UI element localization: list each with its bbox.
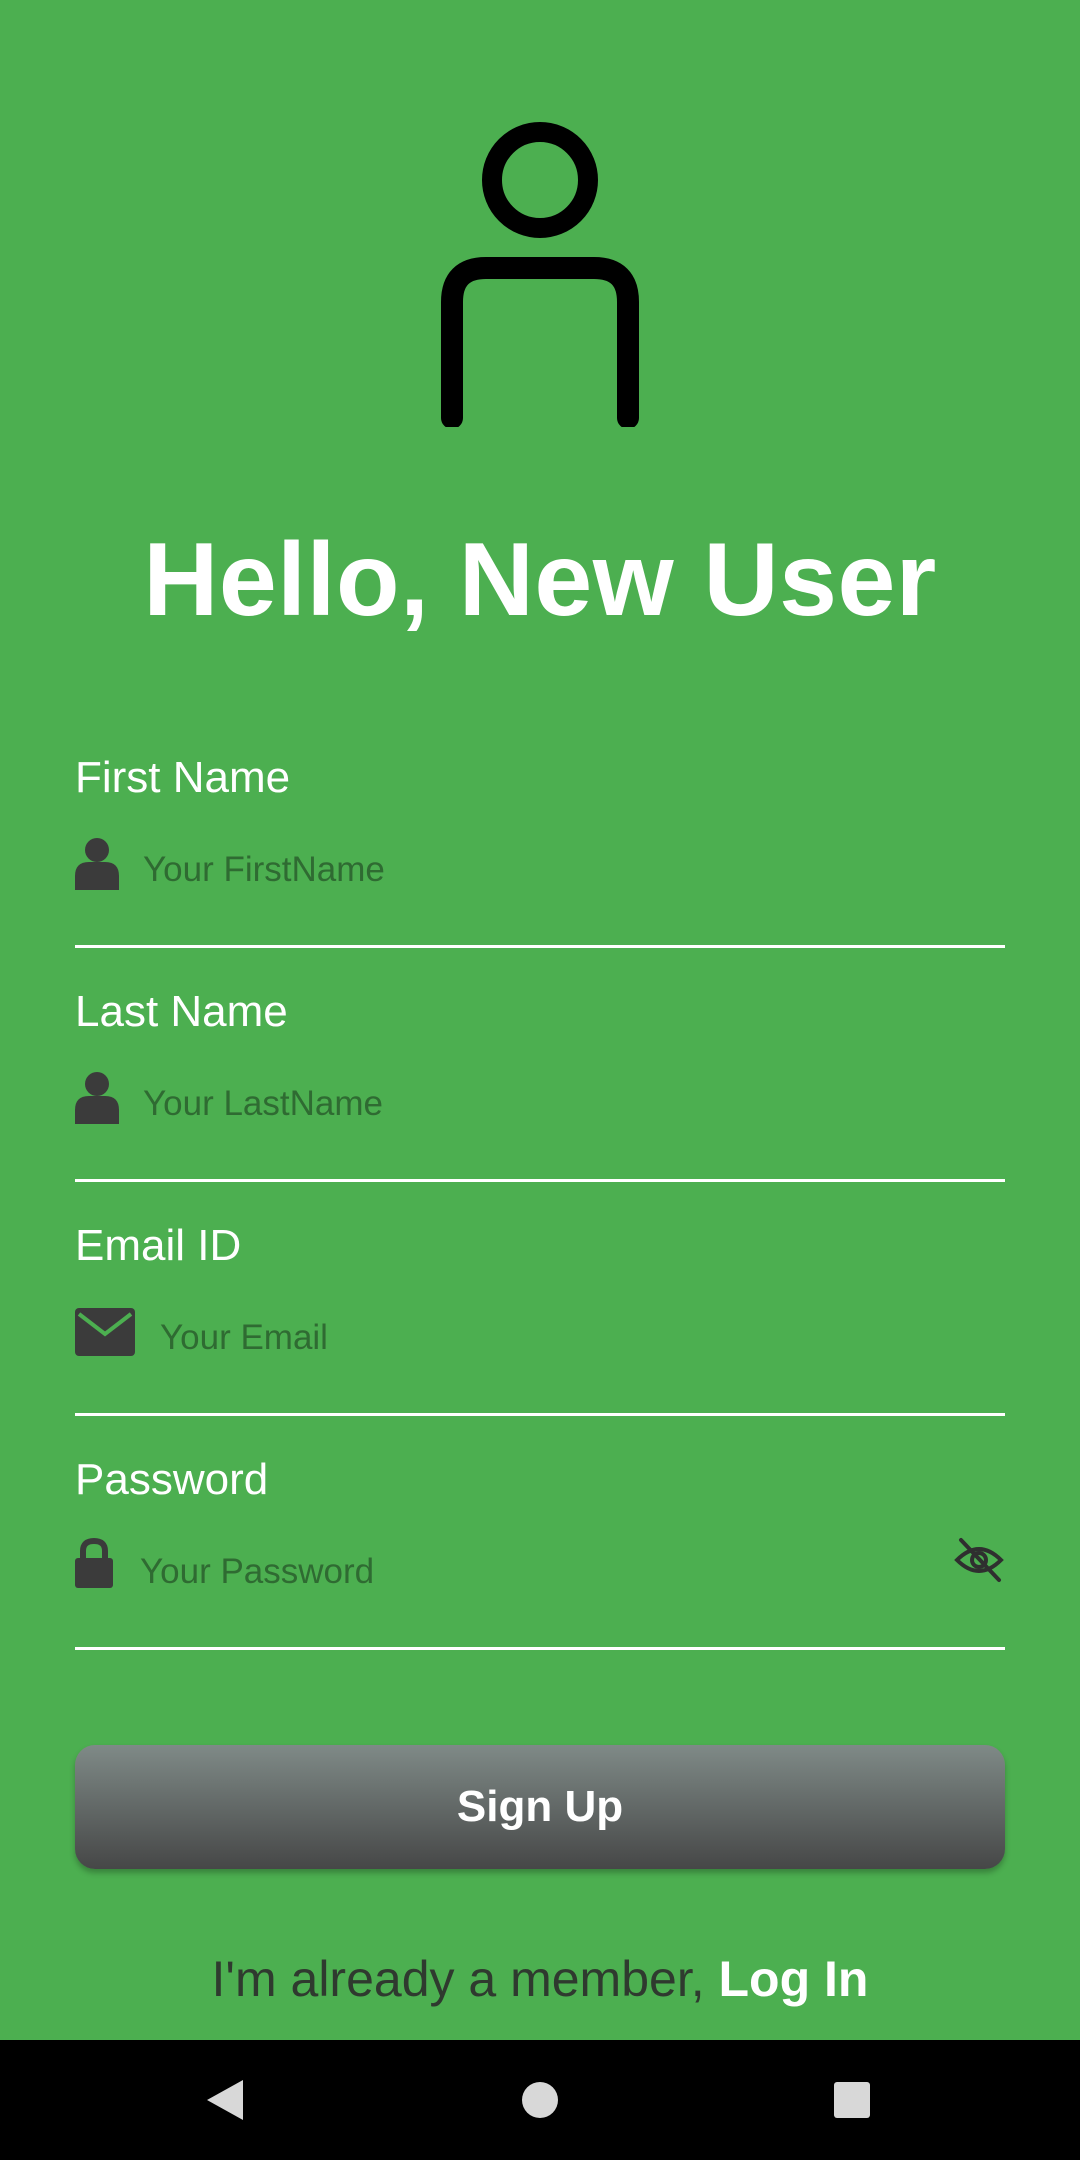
nav-back-button[interactable] <box>165 2040 285 2160</box>
eye-off-icon[interactable] <box>953 1534 1005 1586</box>
login-prompt-text: I'm already a member, <box>211 1951 719 2007</box>
email-label: Email ID <box>75 1221 242 1270</box>
last-name-underline <box>75 1179 1005 1182</box>
lock-icon <box>75 1538 113 1588</box>
email-underline <box>75 1413 1005 1416</box>
page-title: Hello, New User <box>143 522 937 638</box>
first-name-row <box>75 822 1005 948</box>
password-row <box>75 1524 1005 1650</box>
log-in-link[interactable]: Log In <box>719 1951 869 2007</box>
recents-square-icon <box>834 2082 870 2118</box>
nav-home-button[interactable] <box>480 2040 600 2160</box>
password-input[interactable] <box>140 1544 920 1600</box>
person-outline-icon <box>441 122 639 427</box>
password-underline <box>75 1647 1005 1650</box>
first-name-label: First Name <box>75 753 291 802</box>
last-name-label: Last Name <box>75 987 288 1036</box>
signup-screen: Hello, New User First Name Last Name Ema… <box>0 0 1080 2040</box>
last-name-row <box>75 1056 1005 1182</box>
email-row <box>75 1290 1005 1416</box>
password-label: Password <box>75 1455 269 1504</box>
system-navigation-bar <box>0 2040 1080 2160</box>
nav-recents-button[interactable] <box>792 2040 912 2160</box>
person-icon <box>75 838 119 890</box>
home-circle-icon <box>522 2082 558 2118</box>
last-name-input[interactable] <box>143 1076 1003 1132</box>
person-icon <box>75 1072 119 1124</box>
login-prompt: I'm already a member, Log In <box>0 1950 1080 2008</box>
email-input[interactable] <box>160 1310 1000 1366</box>
sign-up-button[interactable]: Sign Up <box>75 1745 1005 1869</box>
first-name-underline <box>75 945 1005 948</box>
first-name-input[interactable] <box>143 842 1003 898</box>
envelope-icon <box>75 1308 135 1356</box>
back-triangle-icon <box>207 2080 243 2120</box>
